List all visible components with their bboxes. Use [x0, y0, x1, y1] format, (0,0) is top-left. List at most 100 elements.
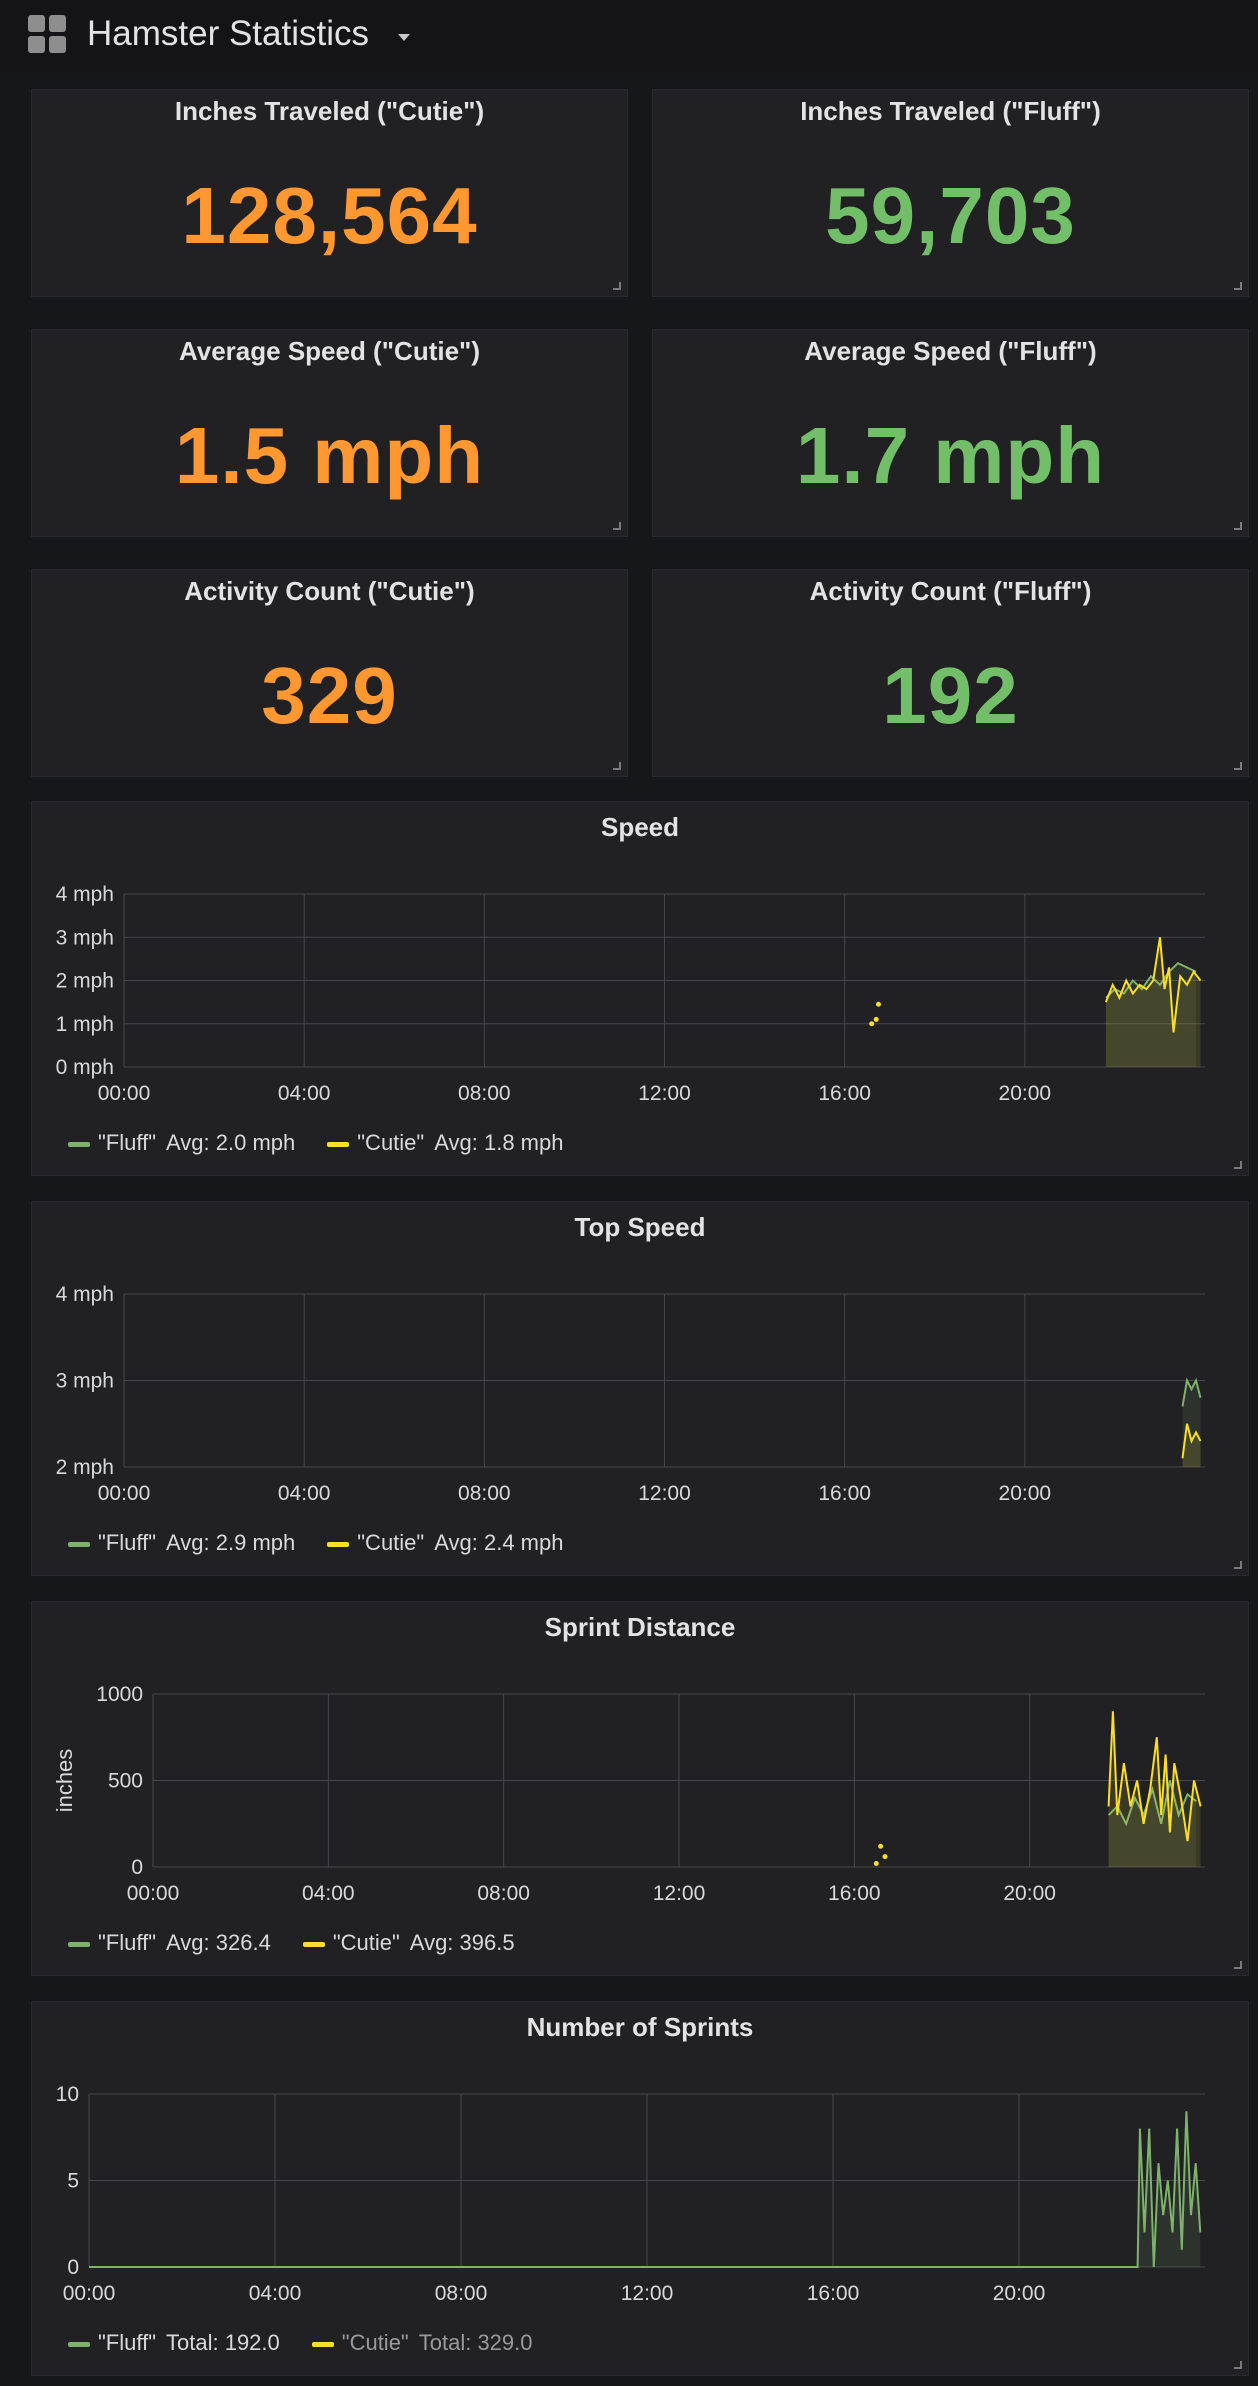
- data-point: [875, 1001, 881, 1007]
- panel-title[interactable]: Average Speed ("Cutie"): [32, 336, 627, 367]
- panel-title[interactable]: Activity Count ("Fluff"): [653, 576, 1248, 607]
- legend-series-name[interactable]: "Cutie": [357, 1530, 424, 1555]
- x-tick-label: 16:00: [818, 1082, 871, 1105]
- legend-series-name[interactable]: "Cutie": [333, 1930, 400, 1955]
- series-area: [1108, 1711, 1201, 1867]
- x-tick-label: 04:00: [278, 1482, 331, 1505]
- panel-title[interactable]: Average Speed ("Fluff"): [653, 336, 1248, 367]
- sprint-distance-chart: 1000 500 0 00:00 04:00 08:00 12:00 16:00 20:00 in…: [52, 1683, 1205, 1905]
- resize-handle-icon[interactable]: [1234, 522, 1242, 530]
- legend-series-name[interactable]: "Fluff": [98, 1930, 156, 1955]
- legend-item[interactable]: "Fluff" Total: 192.0: [68, 2330, 290, 2356]
- resize-handle-icon[interactable]: [613, 522, 621, 530]
- chevron-down-icon[interactable]: [398, 34, 410, 41]
- graph-panel-sprint-distance[interactable]: Sprint Distance 1000 500 0 00:00 04:00 08:00 1…: [31, 1601, 1249, 1976]
- legend-item[interactable]: "Cutie" Total: 329.0: [311, 2330, 543, 2356]
- panel-title[interactable]: Inches Traveled ("Cutie"): [32, 96, 627, 127]
- chart-legend: "Fluff" Avg: 2.9 mph "Cutie" Avg: 2.4 mph: [68, 1530, 595, 1556]
- legend-series-name[interactable]: "Fluff": [98, 1530, 156, 1555]
- dashboard-title[interactable]: Hamster Statistics: [87, 14, 369, 54]
- top-speed-chart: 4 mph 3 mph 2 mph 00:00 04:00 08:00 12:00 16:00…: [56, 1283, 1205, 1505]
- x-tick-label: 08:00: [458, 1482, 511, 1505]
- legend-swatch-icon[interactable]: [68, 1941, 90, 1947]
- legend-swatch-icon[interactable]: [311, 2341, 334, 2347]
- resize-handle-icon[interactable]: [613, 282, 621, 290]
- stat-value: 1.7 mph: [795, 411, 1106, 500]
- legend-series-stat: Avg: 396.5: [409, 1930, 515, 1955]
- x-tick-label: 16:00: [807, 2282, 860, 2305]
- x-tick-label: 12:00: [638, 1482, 691, 1505]
- stat-value: 1.5 mph: [174, 411, 485, 500]
- chart-legend: "Fluff" Avg: 326.4 "Cutie" Avg: 396.5: [68, 1930, 547, 1956]
- stat-value: 128,564: [181, 171, 478, 260]
- stat-value: 192: [882, 651, 1019, 740]
- y-tick-label: 2 mph: [56, 1456, 114, 1479]
- legend-item[interactable]: "Fluff" Avg: 2.9 mph: [68, 1530, 305, 1556]
- resize-handle-icon[interactable]: [613, 762, 621, 770]
- resize-handle-icon[interactable]: [1234, 1161, 1242, 1169]
- legend-series-stat: Avg: 326.4: [166, 1930, 271, 1955]
- legend-series-stat: Avg: 2.0 mph: [166, 1130, 296, 1155]
- legend-item[interactable]: "Fluff" Avg: 2.0 mph: [68, 1130, 305, 1156]
- legend-swatch-icon[interactable]: [327, 1141, 350, 1147]
- resize-handle-icon[interactable]: [1234, 282, 1242, 290]
- stat-panel-inches-fluff[interactable]: Inches Traveled ("Fluff") 59,703: [652, 89, 1249, 297]
- resize-handle-icon[interactable]: [1234, 762, 1242, 770]
- resize-handle-icon[interactable]: [1234, 1561, 1242, 1569]
- legend-swatch-icon[interactable]: [302, 1941, 325, 1947]
- x-tick-label: 08:00: [458, 1082, 511, 1105]
- y-tick-label: 3 mph: [56, 926, 114, 949]
- series-area: [1105, 937, 1201, 1067]
- y-tick-label: 4 mph: [56, 1283, 114, 1306]
- y-tick-label: 5: [67, 2170, 79, 2193]
- data-point: [873, 1016, 879, 1022]
- x-tick-label: 08:00: [477, 1882, 530, 1905]
- data-point: [869, 1021, 875, 1027]
- x-tick-label: 16:00: [828, 1882, 881, 1905]
- chart-legend: "Fluff" Total: 192.0 "Cutie" Total: 329.0: [68, 2330, 565, 2356]
- legend-series-name[interactable]: "Fluff": [98, 1130, 156, 1155]
- resize-handle-icon[interactable]: [1234, 2361, 1242, 2369]
- legend-item[interactable]: "Cutie" Avg: 396.5: [302, 1930, 525, 1956]
- y-tick-label: 0: [131, 1856, 143, 1879]
- stat-value: 59,703: [825, 171, 1076, 260]
- y-tick-label: 1 mph: [56, 1013, 114, 1036]
- legend-item[interactable]: "Fluff" Avg: 326.4: [68, 1930, 281, 1956]
- x-tick-label: 20:00: [999, 1082, 1052, 1105]
- y-axis-label: inches: [52, 1749, 77, 1813]
- x-tick-label: 00:00: [98, 1482, 151, 1505]
- legend-swatch-icon[interactable]: [327, 1541, 350, 1547]
- x-tick-label: 20:00: [993, 2282, 1046, 2305]
- legend-series-name[interactable]: "Fluff": [98, 2330, 156, 2355]
- resize-handle-icon[interactable]: [1234, 1961, 1242, 1969]
- legend-series-name[interactable]: "Cutie": [342, 2330, 409, 2355]
- x-tick-label: 00:00: [98, 1082, 151, 1105]
- number-of-sprints-chart: 10 5 0 00:00 04:00 08:00 12:00 16:00 20:00: [56, 2083, 1205, 2305]
- data-point: [873, 1861, 879, 1867]
- legend-series-name[interactable]: "Cutie": [357, 1130, 424, 1155]
- stat-panel-speed-cutie[interactable]: Average Speed ("Cutie") 1.5 mph: [31, 329, 628, 537]
- legend-swatch-icon[interactable]: [68, 2341, 90, 2347]
- panel-title[interactable]: Inches Traveled ("Fluff"): [653, 96, 1248, 127]
- stat-panel-activity-fluff[interactable]: Activity Count ("Fluff") 192: [652, 569, 1249, 777]
- legend-swatch-icon[interactable]: [68, 1141, 90, 1147]
- x-tick-label: 04:00: [278, 1082, 331, 1105]
- x-tick-label: 20:00: [999, 1482, 1052, 1505]
- data-point: [878, 1843, 884, 1849]
- stat-panel-speed-fluff[interactable]: Average Speed ("Fluff") 1.7 mph: [652, 329, 1249, 537]
- graph-panel-speed[interactable]: Speed 4 mph 3 mph 2 mph 1 mph 0 mph 00:00 04:0…: [31, 801, 1249, 1176]
- stat-panel-activity-cutie[interactable]: Activity Count ("Cutie") 329: [31, 569, 628, 777]
- legend-series-stat: Avg: 2.4 mph: [434, 1530, 564, 1555]
- legend-item[interactable]: "Cutie" Avg: 1.8 mph: [327, 1130, 573, 1156]
- legend-series-stat: Total: 329.0: [418, 2330, 533, 2355]
- series-line: [89, 2111, 1202, 2268]
- legend-series-stat: Avg: 1.8 mph: [434, 1130, 564, 1155]
- stat-panel-inches-cutie[interactable]: Inches Traveled ("Cutie") 128,564: [31, 89, 628, 297]
- dashboard-grid-icon[interactable]: [28, 15, 68, 55]
- legend-swatch-icon[interactable]: [68, 1541, 90, 1547]
- panel-title[interactable]: Activity Count ("Cutie"): [32, 576, 627, 607]
- legend-item[interactable]: "Cutie" Avg: 2.4 mph: [327, 1530, 573, 1556]
- graph-panel-top-speed[interactable]: Top Speed 4 mph 3 mph 2 mph 00:00 04:00 08:00…: [31, 1201, 1249, 1576]
- graph-panel-number-of-sprints[interactable]: Number of Sprints 10 5 0 00:00 04:00 08:00 12:…: [31, 2001, 1249, 2376]
- x-tick-label: 04:00: [249, 2282, 302, 2305]
